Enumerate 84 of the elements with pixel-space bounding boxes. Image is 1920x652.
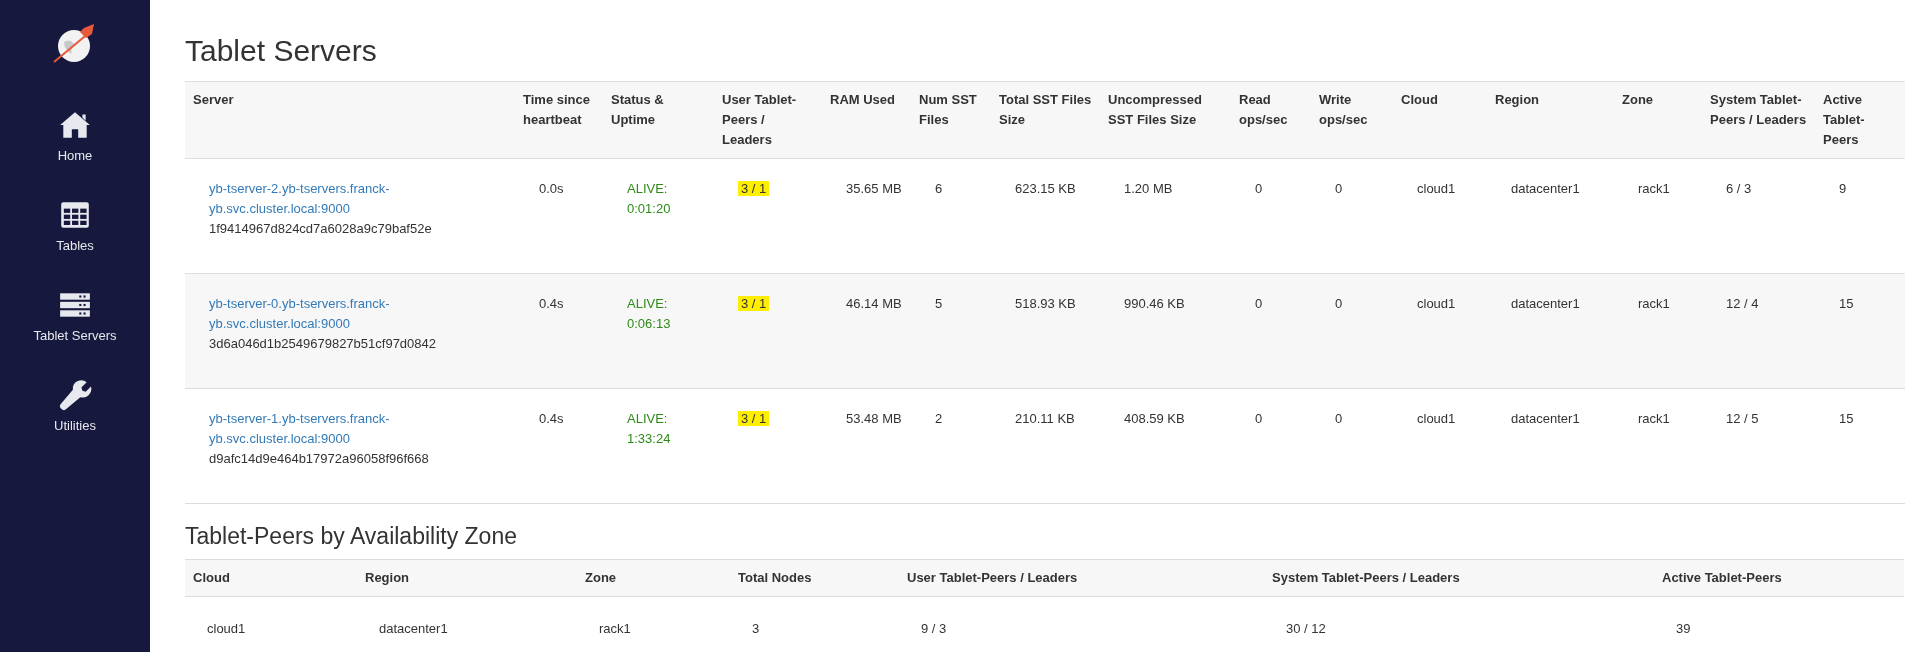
table-cell: cloud1 [1417, 411, 1456, 426]
page-title: Tablet Servers [185, 34, 378, 67]
column-header: User Tablet-Peers / Leaders [714, 81, 822, 159]
table-cell: 9 [1839, 181, 1847, 196]
table-cell: 0.0s [539, 181, 564, 196]
table-cell: 0.4s [539, 411, 564, 426]
column-header: Uncompressed SST Files Size [1100, 81, 1231, 159]
column-header: Cloud [1393, 81, 1487, 159]
table-cell: 1.20 MB [1124, 181, 1173, 196]
column-header: Active Tablet-Peers [1815, 81, 1905, 159]
table-cell: 12 / 4 [1726, 296, 1759, 311]
table-cell: 0 [1335, 181, 1343, 196]
column-header: System Tablet-Peers / Leaders [1264, 559, 1654, 597]
column-header: Write ops/sec [1311, 81, 1393, 159]
sidebar-item[interactable]: Utilities [54, 378, 96, 434]
table-cell: 0 [1335, 411, 1343, 426]
table-cell: 3 [752, 621, 760, 637]
table-cell: cloud1 [207, 621, 246, 637]
table-cell: 0.4s [539, 296, 564, 311]
table-cell: 408.59 KB [1124, 411, 1185, 426]
table-cell: datacenter1 [1511, 411, 1580, 426]
column-header: Region [1487, 81, 1614, 159]
table-cell: datacenter1 [1511, 181, 1580, 196]
table-cell: 6 [935, 181, 943, 196]
column-header: Zone [577, 559, 730, 597]
table-cell: datacenter1 [1511, 296, 1580, 311]
status-text: ALIVE: 0:01:20 [627, 181, 671, 216]
column-header: Status & Uptime [603, 81, 714, 159]
sidebar-item[interactable]: Tablet Servers [33, 288, 117, 344]
table-cell: 518.93 KB [1015, 296, 1076, 311]
table-cell: rack1 [599, 621, 631, 637]
table-cell: cloud1 [1417, 181, 1456, 196]
table-cell: 12 / 5 [1726, 411, 1759, 426]
column-header: RAM Used [822, 81, 911, 159]
table-cell: cloud1 [1417, 296, 1456, 311]
column-header: Region [357, 559, 577, 597]
column-header: Total SST Files Size [991, 81, 1100, 159]
table-cell: 39 [1676, 621, 1691, 637]
column-header: Total Nodes [730, 559, 899, 597]
status-text: ALIVE: 1:33:24 [627, 411, 671, 446]
section-title: Tablet-Peers by Availability Zone [185, 524, 518, 550]
table-cell: 0 [1255, 296, 1263, 311]
server-id: 3d6a046d1b2549679827b51cf97d0842 [209, 335, 437, 353]
table-cell: 6 / 3 [1726, 181, 1752, 196]
server-link[interactable]: yb-tserver-2.yb-tservers.franck-yb.svc.cluster.local:9000 [209, 179, 507, 219]
table-cell: 35.65 MB [846, 181, 902, 196]
column-header: Server [185, 81, 515, 159]
column-header: Active Tablet-Peers [1654, 559, 1904, 597]
server-id: d9afc14d9e464b17972a96058f96f668 [209, 450, 430, 468]
table-cell: rack1 [1638, 296, 1670, 311]
column-header: System Tablet-Peers / Leaders [1702, 81, 1815, 159]
table-cell: 3 / 1 [738, 181, 770, 196]
table-cell: 30 / 12 [1286, 621, 1326, 637]
column-header: User Tablet-Peers / Leaders [899, 559, 1264, 597]
table-cell: 210.11 KB [1015, 411, 1075, 426]
table-cell: 9 / 3 [921, 621, 947, 637]
table-cell: 990.46 KB [1124, 296, 1185, 311]
column-header: Read ops/sec [1231, 81, 1311, 159]
sidebar-item[interactable]: Tables [56, 198, 94, 254]
column-header: Cloud [185, 559, 357, 597]
table-cell: 623.15 KB [1015, 181, 1076, 196]
table-cell: 5 [935, 296, 943, 311]
table-cell: rack1 [1638, 181, 1670, 196]
server-id: 1f9414967d824cd7a6028a9c79baf52e [209, 220, 433, 238]
sidebar-item[interactable]: Home [57, 108, 93, 164]
table-cell: 46.14 MB [846, 296, 902, 311]
table-cell: 3 / 1 [738, 296, 770, 311]
table-cell: 0 [1255, 181, 1263, 196]
table-cell: 15 [1839, 296, 1854, 311]
column-header: Zone [1614, 81, 1702, 159]
table-cell: 0 [1335, 296, 1343, 311]
table-cell: 2 [935, 411, 943, 426]
column-header: Num SST Files [911, 81, 991, 159]
status-text: ALIVE: 0:06:13 [627, 296, 671, 331]
table-cell: 3 / 1 [738, 411, 770, 426]
table-cell: 15 [1839, 411, 1854, 426]
table-cell: 53.48 MB [846, 411, 902, 426]
table-cell: datacenter1 [379, 621, 448, 637]
table-cell: 0 [1255, 411, 1263, 426]
wrench-icon [58, 378, 92, 412]
server-link[interactable]: yb-tserver-0.yb-tservers.franck-yb.svc.cluster.local:9000 [209, 294, 507, 334]
server-link[interactable]: yb-tserver-1.yb-tservers.franck-yb.svc.cluster.local:9000 [209, 409, 507, 449]
column-header: Time since heartbeat [515, 81, 603, 159]
table-cell: rack1 [1638, 411, 1670, 426]
